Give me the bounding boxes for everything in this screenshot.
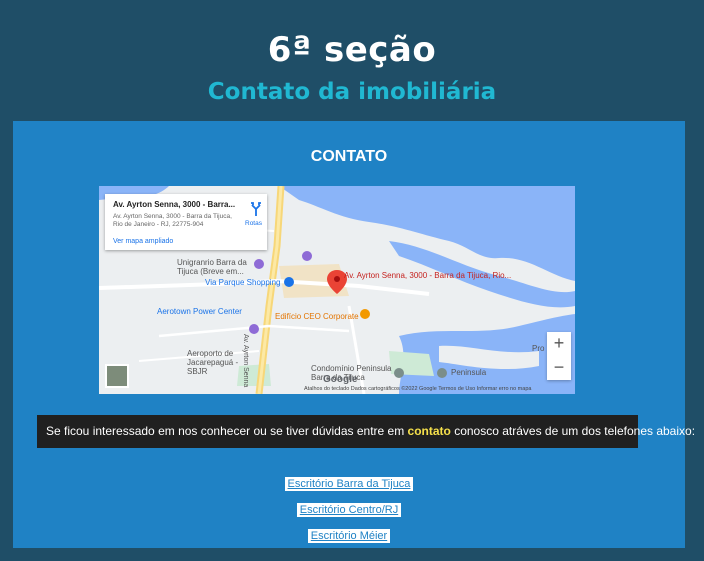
info-card-full-address: Av. Ayrton Senna, 3000 - Barra da Tijuca… <box>113 213 232 228</box>
larger-map-link[interactable]: Ver mapa ampliado <box>113 238 173 245</box>
section-title: 6ª seção <box>267 30 437 70</box>
map-info-card: Av. Ayrton Senna, 3000 - Barra... Av. Ay… <box>105 194 267 250</box>
poi-ceo[interactable]: Edifício CEO Corporate <box>275 312 359 321</box>
zoom-out-button[interactable]: − <box>547 356 571 380</box>
link-office-centro[interactable]: Escritório Centro/RJ <box>296 503 402 517</box>
contact-panel: CONTATO Av. Ayrton Senna, 3000 - Barra d… <box>13 121 695 550</box>
info-card-address: Av. Ayrton Senna, 3000 - Barra... <box>113 200 236 209</box>
zoom-in-button[interactable]: + <box>547 332 571 356</box>
poi-pro: Pro <box>532 344 545 353</box>
section-subtitle: Contato da imobiliária <box>207 79 497 105</box>
link-office-barra[interactable]: Escritório Barra da Tijuca <box>284 477 414 491</box>
message-text-before: Se ficou interessado em nos conhecer ou … <box>46 424 408 438</box>
link-office-meier[interactable]: Escritório Méier <box>307 529 391 543</box>
google-logo: Google <box>323 374 358 385</box>
directions-icon[interactable] <box>250 202 262 216</box>
poi-peninsula[interactable]: Peninsula <box>451 368 486 377</box>
street-view-thumbnail[interactable] <box>105 364 129 388</box>
contact-heading: CONTATO <box>310 148 388 165</box>
message-text-after: conosco atráves de um dos telefones abai… <box>450 424 696 438</box>
map-attribution[interactable]: Atalhos do teclado Dados cartográficos ©… <box>304 386 531 392</box>
zoom-control: + − <box>547 332 571 380</box>
poi-via-parque[interactable]: Via Parque Shopping <box>205 278 280 287</box>
contact-message: Se ficou interessado em nos conhecer ou … <box>37 415 695 448</box>
street-label: Av. Ayrton Senna <box>242 334 249 388</box>
poi-aerotown[interactable]: Aerotown Power Center <box>157 307 242 316</box>
embedded-map[interactable]: Av. Ayrton Senna, 3000 - Barra da Tijuca… <box>99 186 575 394</box>
message-highlight: contato <box>407 424 451 438</box>
poi-unigranrio[interactable]: Unigranrio Barra da Tijuca (Breve em... <box>177 258 263 276</box>
marker-label: Av. Ayrton Senna, 3000 - Barra da Tijuca… <box>344 271 512 280</box>
office-links: Escritório Barra da Tijuca Escritório Ce… <box>13 472 685 550</box>
directions-label[interactable]: Rotas <box>245 220 262 227</box>
